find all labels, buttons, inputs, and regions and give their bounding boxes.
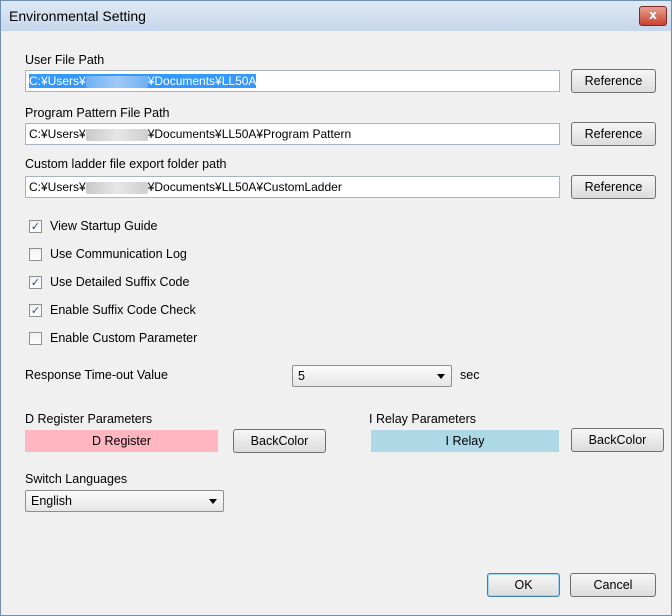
switch-languages-select[interactable]: English: [25, 490, 224, 512]
switch-languages-label: Switch Languages: [25, 472, 128, 486]
dialog-body: User File Path C:¥Users¥ ¥Documents¥LL50A…: [9, 31, 664, 608]
ok-button[interactable]: OK: [487, 573, 560, 597]
check-icon: ✓: [30, 220, 41, 233]
d-register-color-sample: D Register: [25, 430, 218, 452]
redacted-username: [85, 75, 148, 88]
i-relay-label: I Relay Parameters: [369, 412, 476, 426]
custom-ladder-path-label: Custom ladder file export folder path: [25, 157, 227, 171]
user-file-path-reference-button[interactable]: Reference: [571, 69, 656, 93]
check-icon: ✓: [30, 276, 41, 289]
chevron-down-icon: [209, 499, 217, 504]
redacted-username: [85, 128, 148, 141]
enable-custom-parameter-label: Enable Custom Parameter: [50, 331, 198, 345]
custom-ladder-path-prefix: C:¥Users¥: [29, 180, 86, 194]
use-detailed-suffix-code-label: Use Detailed Suffix Code: [50, 275, 190, 289]
close-icon: x: [649, 8, 657, 22]
enable-custom-parameter-checkbox[interactable]: [29, 332, 42, 345]
response-timeout-value: 5: [298, 369, 305, 383]
dialog-title: Environmental Setting: [9, 8, 146, 24]
custom-ladder-path-suffix: ¥Documents¥LL50A¥CustomLadder: [147, 180, 342, 194]
custom-ladder-reference-button[interactable]: Reference: [571, 175, 656, 199]
enable-suffix-code-check-checkbox[interactable]: ✓: [29, 304, 42, 317]
environmental-setting-dialog: Environmental Setting x User File Path C…: [0, 0, 672, 616]
redacted-username: [85, 181, 148, 194]
view-startup-guide-checkbox[interactable]: ✓: [29, 220, 42, 233]
program-pattern-reference-button[interactable]: Reference: [571, 122, 656, 146]
d-register-backcolor-button[interactable]: BackColor: [233, 429, 326, 453]
view-startup-guide-label: View Startup Guide: [50, 219, 158, 233]
user-file-path-input[interactable]: C:¥Users¥ ¥Documents¥LL50A: [25, 70, 560, 92]
switch-languages-value: English: [31, 494, 72, 508]
title-bar[interactable]: Environmental Setting x: [1, 1, 671, 31]
chevron-down-icon: [437, 374, 445, 379]
response-timeout-select[interactable]: 5: [292, 365, 452, 387]
check-icon: ✓: [30, 304, 41, 317]
user-file-path-selection: C:¥Users¥ ¥Documents¥LL50A: [29, 74, 257, 88]
program-pattern-path-label: Program Pattern File Path: [25, 106, 170, 120]
use-detailed-suffix-code-checkbox[interactable]: ✓: [29, 276, 42, 289]
program-pattern-path-input[interactable]: C:¥Users¥ ¥Documents¥LL50A¥Program Patter…: [25, 123, 560, 145]
user-file-path-label: User File Path: [25, 53, 105, 67]
cancel-button[interactable]: Cancel: [570, 573, 656, 597]
response-timeout-unit: sec: [460, 368, 480, 382]
i-relay-color-sample: I Relay: [371, 430, 559, 452]
d-register-label: D Register Parameters: [25, 412, 153, 426]
program-pattern-path-prefix: C:¥Users¥: [29, 127, 86, 141]
user-file-path-prefix: C:¥Users¥: [29, 74, 86, 88]
use-communication-log-checkbox[interactable]: [29, 248, 42, 261]
program-pattern-path-suffix: ¥Documents¥LL50A¥Program Pattern: [147, 127, 352, 141]
user-file-path-suffix: ¥Documents¥LL50A: [147, 74, 257, 88]
custom-ladder-path-input[interactable]: C:¥Users¥ ¥Documents¥LL50A¥CustomLadder: [25, 176, 560, 198]
close-button[interactable]: x: [639, 6, 667, 26]
use-communication-log-label: Use Communication Log: [50, 247, 187, 261]
i-relay-backcolor-button[interactable]: BackColor: [571, 428, 664, 452]
response-timeout-label: Response Time-out Value: [25, 368, 168, 382]
enable-suffix-code-check-label: Enable Suffix Code Check: [50, 303, 196, 317]
